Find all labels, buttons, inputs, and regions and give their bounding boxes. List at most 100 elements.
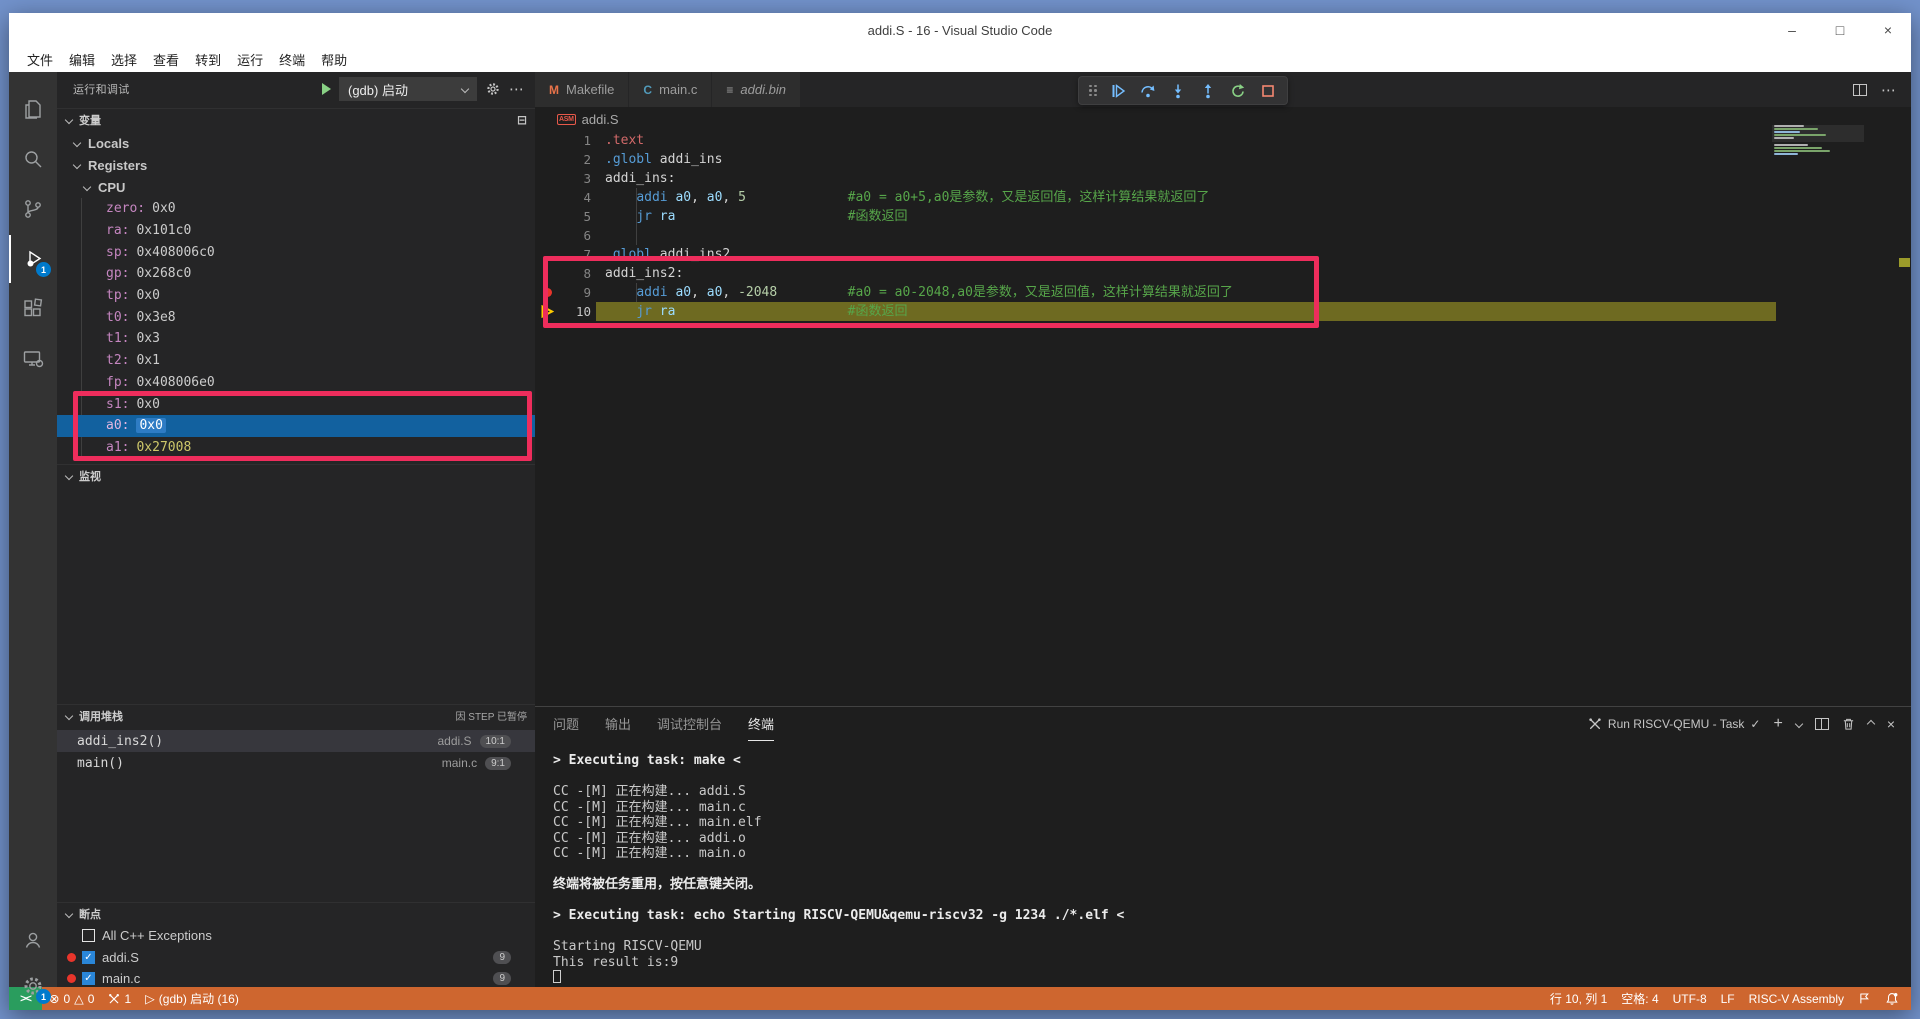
register-row-t1[interactable]: t1: 0x3 <box>57 328 535 350</box>
code-line-3[interactable]: 3 addi_ins: <box>535 169 1911 188</box>
step-over-button[interactable] <box>1135 79 1161 103</box>
menu-item-终端[interactable]: 终端 <box>271 48 313 71</box>
gear-icon[interactable] <box>485 81 501 97</box>
panel-tab-输出[interactable]: 输出 <box>605 707 631 741</box>
code-line-2[interactable]: 2 .globl addi_ins <box>535 150 1911 169</box>
step-out-button[interactable] <box>1195 79 1221 103</box>
task-label-group[interactable]: Run RISCV-QEMU - Task ✓ <box>1588 717 1760 731</box>
register-row-sp[interactable]: sp: 0x408006c0 <box>57 241 535 263</box>
menu-item-选择[interactable]: 选择 <box>103 48 145 71</box>
tab-main.c[interactable]: Cmain.c <box>629 72 713 107</box>
tree-item-locals[interactable]: Locals <box>57 132 535 154</box>
close-button[interactable]: × <box>1879 22 1897 38</box>
new-terminal-icon[interactable]: + <box>1773 715 1782 733</box>
debug-session-status[interactable]: ▷ (gdb) 启动 (16) <box>138 987 246 1010</box>
notifications-bell-icon[interactable] <box>1878 987 1911 1010</box>
code-line-8[interactable]: 8 addi_ins2: <box>535 264 1911 283</box>
chevron-down-icon[interactable] <box>1794 719 1804 729</box>
explorer-icon[interactable] <box>9 85 57 133</box>
editor-more-actions-icon[interactable]: ⋯ <box>1881 81 1897 99</box>
register-row-zero[interactable]: zero: 0x0 <box>57 198 535 220</box>
tools-status[interactable]: 1 <box>101 987 138 1010</box>
account-icon[interactable] <box>9 916 57 964</box>
menu-item-运行[interactable]: 运行 <box>229 48 271 71</box>
launch-config-dropdown[interactable]: (gdb) 启动 <box>339 77 477 101</box>
split-terminal-icon[interactable] <box>1814 718 1829 730</box>
drag-handle[interactable] <box>1089 84 1097 97</box>
breakpoint-row[interactable]: ✓ addi.S 9 <box>57 947 535 968</box>
panel-tab-问题[interactable]: 问题 <box>553 707 579 741</box>
gutter-margin[interactable] <box>535 283 561 302</box>
code-line-7[interactable]: 7 .globl addi_ins2 <box>535 245 1911 264</box>
code-line-5[interactable]: 5 jr ra #函数返回 <box>535 207 1911 226</box>
restart-button[interactable] <box>1225 79 1251 103</box>
register-row-t2[interactable]: t2: 0x1 <box>57 350 535 372</box>
terminal-output[interactable]: > Executing task: make < CC -[M] 正在构建... … <box>553 753 1891 983</box>
tree-item-cpu[interactable]: CPU <box>57 176 535 198</box>
gutter-margin[interactable] <box>535 302 561 321</box>
run-debug-icon[interactable]: 1 <box>9 235 57 283</box>
panel-tab-终端[interactable]: 终端 <box>748 707 775 741</box>
register-row-tp[interactable]: tp: 0x0 <box>57 285 535 307</box>
gutter-margin[interactable] <box>535 188 561 207</box>
maximize-button[interactable]: □ <box>1831 22 1849 38</box>
code-line-6[interactable]: 6 <box>535 226 1911 245</box>
register-row-gp[interactable]: gp: 0x268c0 <box>57 263 535 285</box>
language-mode[interactable]: RISC-V Assembly <box>1742 987 1851 1010</box>
gutter-margin[interactable] <box>535 245 561 264</box>
tree-item-registers[interactable]: Registers <box>57 154 535 176</box>
split-editor-icon[interactable] <box>1853 83 1867 96</box>
minimize-button[interactable]: – <box>1783 22 1801 38</box>
gutter-margin[interactable] <box>535 150 561 169</box>
register-row-s1[interactable]: s1: 0x0 <box>57 393 535 415</box>
indentation[interactable]: 空格: 4 <box>1614 987 1665 1010</box>
chevron-up-icon[interactable] <box>1866 719 1876 729</box>
gutter-margin[interactable] <box>535 226 561 245</box>
settings-gear-icon[interactable]: 1 <box>9 962 57 1010</box>
watch-section-header[interactable]: 监视 <box>57 464 535 486</box>
trash-icon[interactable] <box>1842 717 1855 731</box>
code-line-10[interactable]: 10 jr ra #函数返回 <box>535 302 1911 321</box>
breakpoint-checkbox[interactable] <box>82 929 95 942</box>
gutter-margin[interactable] <box>535 264 561 283</box>
collapse-all-icon[interactable]: ⊟ <box>517 113 527 127</box>
gutter-margin[interactable] <box>535 131 561 150</box>
step-into-button[interactable] <box>1165 79 1191 103</box>
callstack-section-header[interactable]: 调用堆栈 因 STEP 已暂停 <box>57 704 535 726</box>
menu-item-转到[interactable]: 转到 <box>187 48 229 71</box>
code-editor[interactable]: ASM addi.S 1 .text 2 .globl addi_ins 3 addi_i… <box>535 107 1911 706</box>
remote-explorer-icon[interactable] <box>9 335 57 383</box>
code-line-1[interactable]: 1 .text <box>535 131 1911 150</box>
encoding[interactable]: UTF-8 <box>1666 987 1714 1010</box>
cursor-position[interactable]: 行 10, 列 1 <box>1543 987 1614 1010</box>
extensions-icon[interactable] <box>9 285 57 333</box>
callstack-frame[interactable]: addi_ins2() addi.S 10:1 <box>57 730 535 752</box>
code-line-4[interactable]: 4 addi a0, a0, 5 #a0 = a0+5,a0是参数，又是返回值，… <box>535 188 1911 207</box>
breakpoint-checkbox[interactable]: ✓ <box>82 950 95 964</box>
menu-item-查看[interactable]: 查看 <box>145 48 187 71</box>
tab-Makefile[interactable]: M Makefile <box>535 72 630 107</box>
breakpoint-row[interactable]: All C++ Exceptions <box>57 925 535 946</box>
start-debug-icon[interactable] <box>322 83 331 95</box>
panel-tab-调试控制台[interactable]: 调试控制台 <box>657 707 722 741</box>
variables-section-header[interactable]: 变量 ⊟ <box>57 108 535 130</box>
callstack-frame[interactable]: main() main.c 9:1 <box>57 752 535 774</box>
search-icon[interactable] <box>9 135 57 183</box>
register-row-a0[interactable]: a0: 0x0 <box>57 414 535 437</box>
more-actions-icon[interactable]: ⋯ <box>509 80 525 98</box>
stop-button[interactable] <box>1255 79 1281 103</box>
menu-item-帮助[interactable]: 帮助 <box>313 48 355 71</box>
menu-item-编辑[interactable]: 编辑 <box>61 48 103 71</box>
breakpoints-section-header[interactable]: 断点 <box>57 902 535 924</box>
feedback-icon[interactable] <box>1851 987 1878 1010</box>
register-row-t0[interactable]: t0: 0x3e8 <box>57 306 535 328</box>
gutter-margin[interactable] <box>535 169 561 188</box>
close-panel-icon[interactable]: × <box>1887 716 1895 732</box>
breakpoint-checkbox[interactable]: ✓ <box>82 972 95 985</box>
register-row-fp[interactable]: fp: 0x408006e0 <box>57 372 535 394</box>
breakpoint-row[interactable]: ✓ main.c 9 <box>57 968 535 987</box>
continue-button[interactable] <box>1105 79 1131 103</box>
breakpoint-dot[interactable] <box>543 288 552 297</box>
register-row-a1[interactable]: a1: 0x27008 <box>57 437 535 459</box>
code-line-9[interactable]: 9 addi a0, a0, -2048 #a0 = a0-2048,a0是参数… <box>535 283 1911 302</box>
